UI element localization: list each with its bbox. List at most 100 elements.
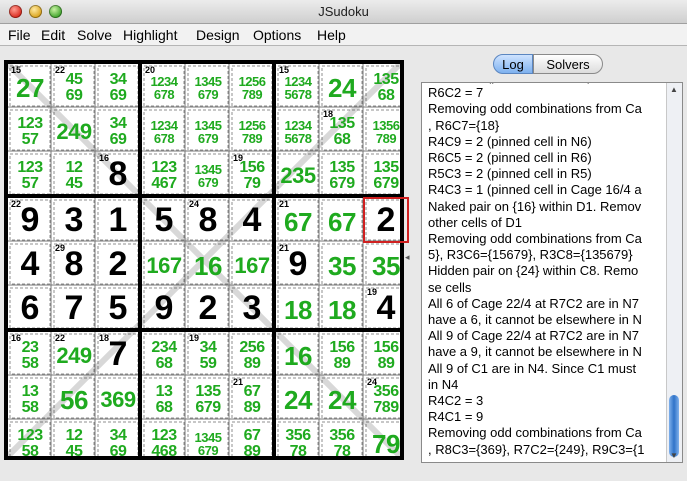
grid-cell[interactable]: 1345 679 bbox=[186, 64, 230, 108]
grid-cell[interactable]: 123 57 bbox=[8, 152, 52, 196]
cell-digit: 2 bbox=[198, 288, 218, 327]
grid-cell[interactable]: 9 bbox=[142, 286, 186, 330]
cell-candidates: 18 bbox=[284, 294, 312, 325]
grid-cell[interactable]: 13 58 bbox=[8, 376, 52, 420]
grid-cell[interactable]: 34 69 bbox=[96, 420, 140, 464]
title-bar: JSudoku bbox=[0, 0, 687, 24]
grid-cell[interactable]: 256 89 bbox=[230, 332, 274, 376]
grid-cell[interactable]: 4 bbox=[8, 242, 52, 286]
grid-cell[interactable]: 156 89 bbox=[320, 332, 364, 376]
grid-cell[interactable]: 6 bbox=[8, 286, 52, 330]
cage-sum: 21 bbox=[233, 377, 244, 387]
grid-cell[interactable]: 24 bbox=[276, 376, 320, 420]
grid-cell[interactable]: 369 bbox=[96, 376, 140, 420]
grid-cell[interactable]: 67 89 bbox=[230, 420, 274, 464]
menu-design[interactable]: Design bbox=[196, 27, 240, 43]
grid-cell[interactable]: 2 bbox=[186, 286, 230, 330]
grid-cell[interactable]: 1345 679 bbox=[186, 152, 230, 196]
cell-candidates: 35 bbox=[372, 250, 400, 281]
grid-cell[interactable]: 34 69 bbox=[96, 64, 140, 108]
grid-cell[interactable]: 35 bbox=[320, 242, 364, 286]
grid-cell[interactable]: 79 bbox=[364, 420, 408, 464]
cell-candidates: 67 89 bbox=[243, 426, 261, 460]
cell-candidates: 356 78 bbox=[329, 426, 355, 460]
grid-cell[interactable]: 3 bbox=[52, 198, 96, 242]
grid-cell[interactable]: 4 bbox=[230, 198, 274, 242]
grid-cell[interactable]: 123 57 bbox=[8, 108, 52, 152]
grid-cell[interactable]: 356 78 bbox=[320, 420, 364, 464]
grid-cell[interactable]: 34 69 bbox=[96, 108, 140, 152]
grid-cell[interactable]: 7 bbox=[52, 286, 96, 330]
grid-cell[interactable]: 24 bbox=[320, 64, 364, 108]
grid-cell[interactable]: 123 467 bbox=[142, 152, 186, 196]
log-panel[interactable]: R3C2 = 8 (pinned cell in R3)R6C2 = 7Remo… bbox=[421, 82, 683, 463]
grid-cell[interactable]: 1345 679 bbox=[186, 108, 230, 152]
grid-cell[interactable]: 156 89 bbox=[364, 332, 408, 376]
grid-cell[interactable]: 12 45 bbox=[52, 420, 96, 464]
grid-cell[interactable]: 123 468 bbox=[142, 420, 186, 464]
grid-cell[interactable]: 13 68 bbox=[142, 376, 186, 420]
menu-highlight[interactable]: Highlight bbox=[123, 27, 177, 43]
grid-cell[interactable]: 35 bbox=[364, 242, 408, 286]
log-scrollbar[interactable]: ▲ ▼ bbox=[666, 83, 682, 462]
scroll-thumb[interactable] bbox=[669, 395, 679, 457]
grid-cell[interactable]: 56 bbox=[52, 376, 96, 420]
right-panel: Log Solvers R3C2 = 8 (pinned cell in R3)… bbox=[421, 49, 683, 469]
split-pane-divider[interactable]: ◂ bbox=[405, 252, 410, 263]
grid-cell[interactable]: 249 bbox=[52, 108, 96, 152]
cage-sum: 19 bbox=[233, 153, 244, 163]
grid-cell[interactable]: 1256 789 bbox=[230, 64, 274, 108]
grid-cell[interactable]: 234 68 bbox=[142, 332, 186, 376]
grid-cell[interactable]: 1234 678 bbox=[142, 108, 186, 152]
menu-file[interactable]: File bbox=[8, 27, 31, 43]
menu-edit[interactable]: Edit bbox=[41, 27, 65, 43]
menu-help[interactable]: Help bbox=[317, 27, 346, 43]
grid-cell[interactable]: 18 bbox=[276, 286, 320, 330]
grid-cell[interactable]: 67 bbox=[320, 198, 364, 242]
cell-candidates: 135 679 bbox=[195, 382, 221, 416]
grid-cell[interactable]: 3 bbox=[230, 286, 274, 330]
grid-cell[interactable]: 356 78 bbox=[276, 420, 320, 464]
grid-cell[interactable]: 1256 789 bbox=[230, 108, 274, 152]
cell-candidates: 13 68 bbox=[155, 382, 173, 416]
cell-candidates: 79 bbox=[372, 428, 400, 459]
grid-cell[interactable]: 24 bbox=[320, 376, 364, 420]
window-title: JSudoku bbox=[318, 4, 369, 19]
grid-cell[interactable]: 135 679 bbox=[186, 376, 230, 420]
grid-cell[interactable]: 12 45 bbox=[52, 152, 96, 196]
grid-cell[interactable]: 135 68 bbox=[364, 64, 408, 108]
grid-cell[interactable]: 167 bbox=[230, 242, 274, 286]
grid-cell[interactable]: 16 bbox=[186, 242, 230, 286]
grid-cell[interactable]: 2 bbox=[96, 242, 140, 286]
grid-cell[interactable]: 1356 789 bbox=[364, 108, 408, 152]
cell-candidates: 35 bbox=[328, 250, 356, 281]
scroll-up-icon[interactable]: ▲ bbox=[670, 85, 678, 94]
tab-log[interactable]: Log bbox=[493, 54, 533, 74]
tab-solvers[interactable]: Solvers bbox=[533, 54, 603, 74]
log-line: in N4 bbox=[428, 376, 459, 392]
menu-options[interactable]: Options bbox=[253, 27, 301, 43]
grid-cell[interactable]: 167 bbox=[142, 242, 186, 286]
grid-cell[interactable]: 18 bbox=[320, 286, 364, 330]
cage-sum: 22 bbox=[55, 65, 66, 75]
grid-cell[interactable]: 5 bbox=[142, 198, 186, 242]
grid-cell[interactable]: 135 679 bbox=[320, 152, 364, 196]
grid-cell[interactable]: 235 bbox=[276, 152, 320, 196]
grid-cell[interactable]: 16 bbox=[276, 332, 320, 376]
log-line: All 6 of Cage 22/4 at R7C2 are in N7 bbox=[428, 295, 640, 311]
log-line: Removing odd combinations from Ca bbox=[428, 425, 642, 441]
scroll-down-icon[interactable]: ▼ bbox=[670, 451, 678, 460]
grid-cell[interactable]: 5 bbox=[96, 286, 140, 330]
cell-candidates: 1345 679 bbox=[194, 429, 222, 458]
grid-cell[interactable]: 1 bbox=[96, 198, 140, 242]
log-line: R5C3 = 2 (pinned cell in R5) bbox=[428, 166, 592, 182]
cell-digit: 9 bbox=[154, 288, 174, 327]
grid-cell[interactable]: 1345 679 bbox=[186, 420, 230, 464]
menu-solve[interactable]: Solve bbox=[77, 27, 112, 43]
cell-candidates: 123 57 bbox=[17, 114, 43, 148]
grid-cell[interactable]: 123 58 bbox=[8, 420, 52, 464]
sudoku-grid[interactable]: 27 45 69 34 69 1234 678 1345 679 1256 789 1234 5678 2… bbox=[4, 60, 409, 460]
grid-cell[interactable]: 135 679 bbox=[364, 152, 408, 196]
cell-digit: 2 bbox=[108, 244, 128, 283]
grid-cell[interactable]: 1234 5678 bbox=[276, 108, 320, 152]
